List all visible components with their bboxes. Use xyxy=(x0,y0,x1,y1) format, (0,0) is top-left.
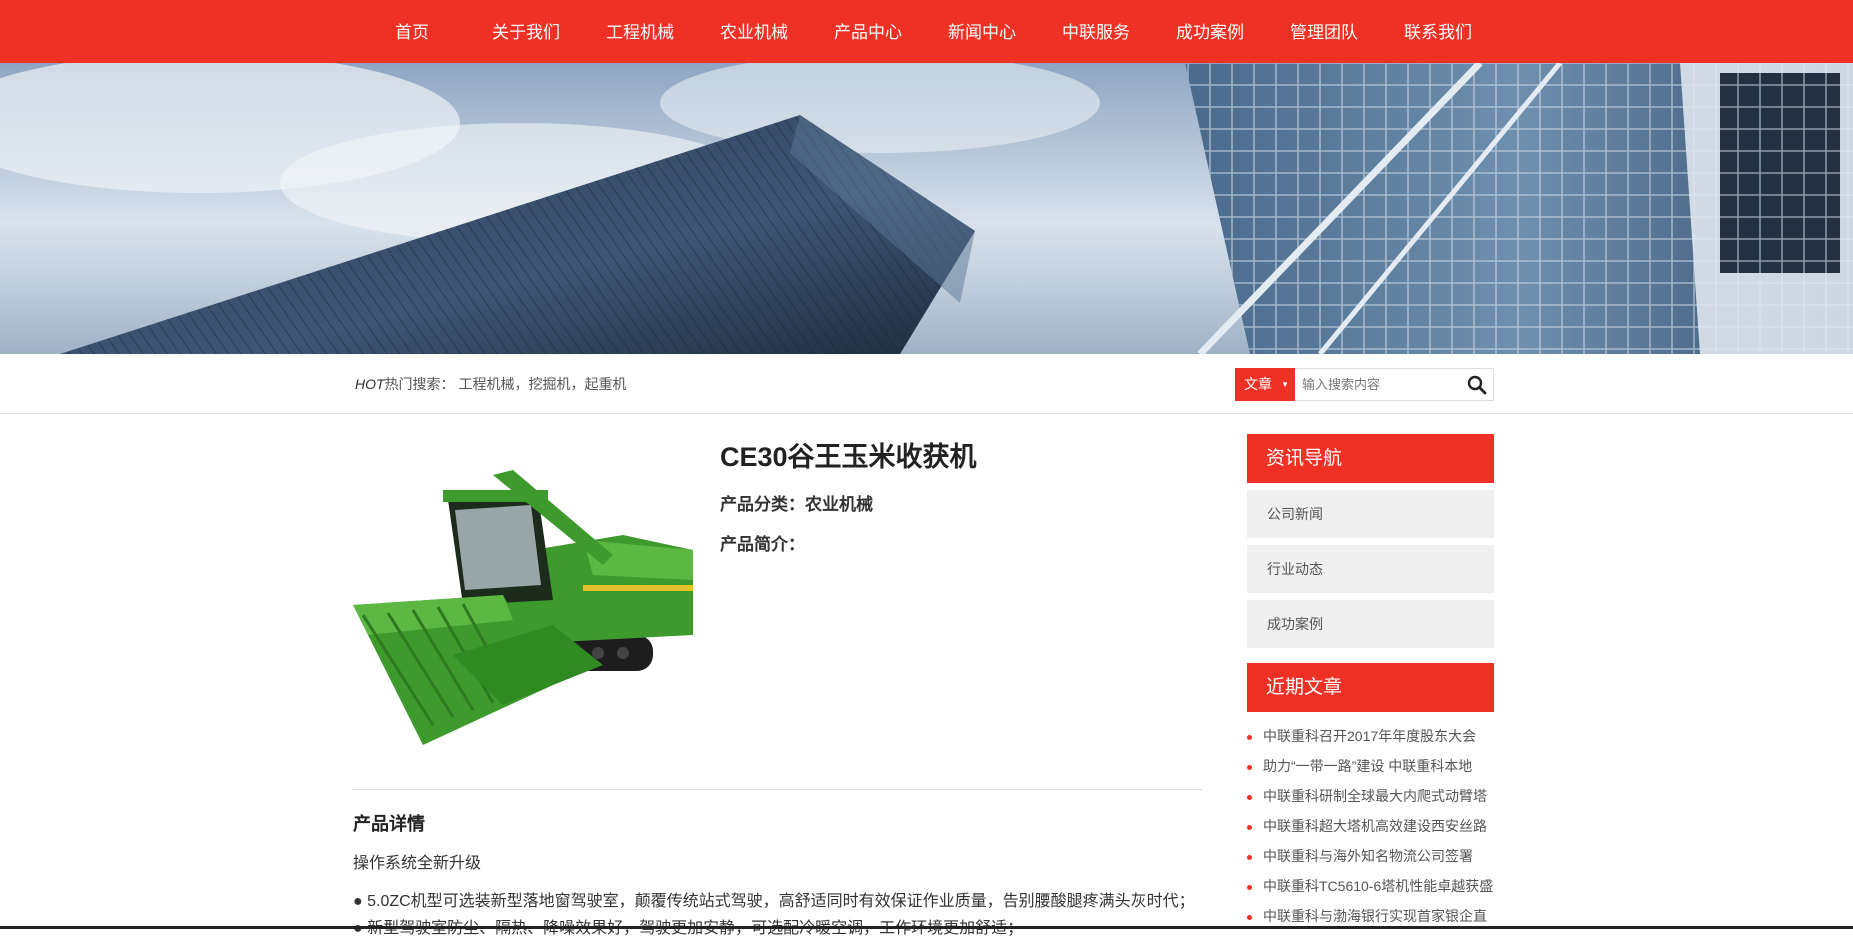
details-subtitle: 操作系统全新升级 xyxy=(353,855,482,872)
recent-article-link[interactable]: 中联重科与渤海银行实现首家银企直 xyxy=(1247,904,1507,934)
nav-item-contact[interactable]: 联系我们 xyxy=(1381,0,1495,63)
nav-item-agricultural-machinery[interactable]: 农业机械 xyxy=(697,0,811,63)
hot-tag: HOT xyxy=(355,376,385,392)
details-title: 产品详情 xyxy=(353,814,425,834)
sidebar-item-cases[interactable]: 成功案例 xyxy=(1247,600,1494,648)
nav-item-cases[interactable]: 成功案例 xyxy=(1153,0,1267,63)
hot-search-label: 热门搜索： xyxy=(384,376,455,392)
sidebar-item-company-news[interactable]: 公司新闻 xyxy=(1247,490,1494,538)
product-image xyxy=(353,470,693,745)
details-line: ● 5.0ZC机型可选装新型落地窗驾驶室，颠覆传统站式驾驶，高舒适同时有效保证作… xyxy=(353,893,1195,910)
nav-item-about[interactable]: 关于我们 xyxy=(469,0,583,63)
nav-item-home[interactable]: 首页 xyxy=(355,0,469,63)
nav-item-products[interactable]: 产品中心 xyxy=(811,0,925,63)
recent-article-link[interactable]: 助力“一带一路”建设 中联重科本地 xyxy=(1247,754,1507,784)
divider xyxy=(353,789,1202,790)
recent-article-link[interactable]: 中联重科研制全球最大内爬式动臂塔 xyxy=(1247,784,1507,814)
skyscraper-illustration xyxy=(0,63,1853,354)
search-category-label: 文章 xyxy=(1244,376,1272,392)
search-row: HOT热门搜索： 工程机械，挖掘机，起重机 文章 ▼ xyxy=(0,354,1853,414)
product-category: 产品分类：农业机械 xyxy=(720,490,873,515)
recent-article-link[interactable]: 中联重科超大塔机高效建设西安丝路 xyxy=(1247,814,1507,844)
hot-search: HOT热门搜索： 工程机械，挖掘机，起重机 xyxy=(355,374,626,394)
triangle-down-icon: ▼ xyxy=(1281,380,1289,389)
nav-item-team[interactable]: 管理团队 xyxy=(1267,0,1381,63)
sidebar-item-industry-news[interactable]: 行业动态 xyxy=(1247,545,1494,593)
top-nav: 首页 关于我们 工程机械 农业机械 产品中心 新闻中心 中联服务 成功案例 管理… xyxy=(0,0,1853,63)
search-input[interactable] xyxy=(1298,369,1458,400)
recent-articles-list: 中联重科召开2017年年度股东大会 助力“一带一路”建设 中联重科本地 中联重科… xyxy=(1247,724,1507,934)
recent-article-link[interactable]: 中联重科与海外知名物流公司签署 xyxy=(1247,844,1507,874)
recent-article-link[interactable]: 中联重科TC5610-6塔机性能卓越获盛 xyxy=(1247,874,1507,904)
sidebar-nav-title: 资讯导航 xyxy=(1247,434,1494,483)
nav-item-engineering-machinery[interactable]: 工程机械 xyxy=(583,0,697,63)
product-intro-label: 产品简介： xyxy=(720,535,805,554)
recent-article-link[interactable]: 中联重科召开2017年年度股东大会 xyxy=(1247,724,1507,754)
nav-item-services[interactable]: 中联服务 xyxy=(1039,0,1153,63)
hot-search-keywords[interactable]: 工程机械，挖掘机，起重机 xyxy=(458,376,626,392)
product-title: CE30谷王玉米收获机 xyxy=(720,442,977,472)
product-category-value[interactable]: 农业机械 xyxy=(805,495,873,514)
sidebar-recent-title: 近期文章 xyxy=(1247,663,1494,712)
nav-list: 首页 关于我们 工程机械 农业机械 产品中心 新闻中心 中联服务 成功案例 管理… xyxy=(355,0,1495,63)
search-icon[interactable] xyxy=(1467,375,1487,395)
nav-item-news[interactable]: 新闻中心 xyxy=(925,0,1039,63)
banner-image xyxy=(0,63,1853,354)
search-category-select[interactable]: 文章 ▼ xyxy=(1235,368,1295,401)
search-box: 文章 ▼ xyxy=(1235,368,1494,401)
product-category-label: 产品分类： xyxy=(720,495,805,514)
